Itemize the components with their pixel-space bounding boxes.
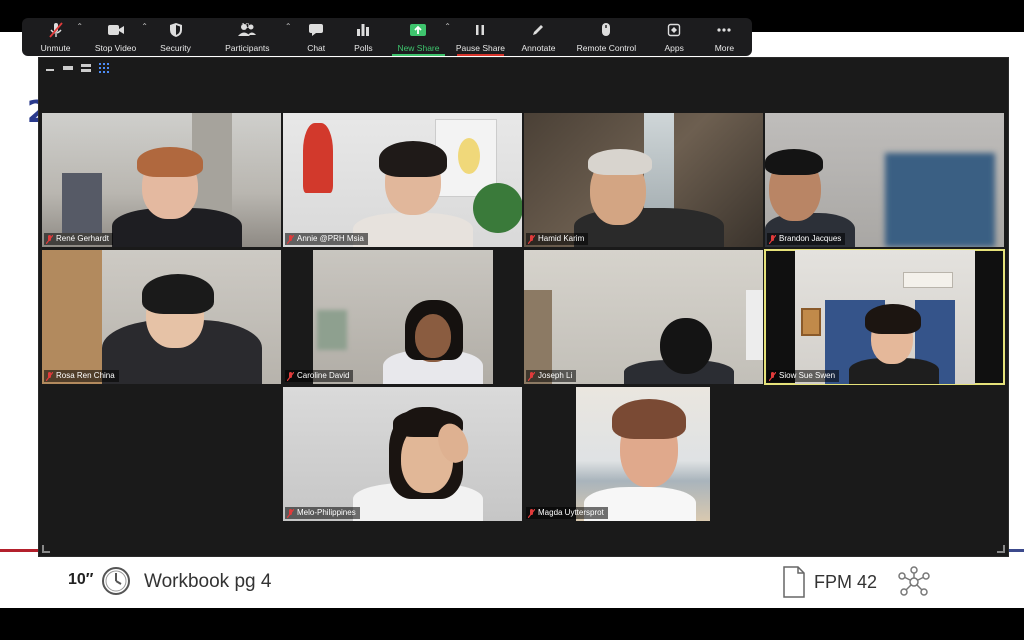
stop-video-label: Stop Video (94, 43, 137, 53)
share-active-indicator (392, 54, 445, 56)
pause-share-label: Pause Share (455, 43, 506, 53)
mic-muted-icon (286, 371, 295, 381)
video-tile[interactable]: René Gerhardt (42, 113, 281, 247)
clock-icon (101, 566, 131, 596)
remote-control-label: Remote Control (576, 43, 637, 53)
chevron-up-icon[interactable]: ⌃ (141, 22, 148, 31)
mic-muted-icon (527, 234, 536, 244)
participant-name-tag: René Gerhardt (44, 233, 113, 245)
mic-muted-icon (768, 234, 777, 244)
more-label: More (714, 43, 735, 53)
annotate-button[interactable]: Annotate (510, 18, 567, 56)
document-icon (782, 566, 806, 598)
shield-icon (169, 21, 183, 39)
bar-chart-icon (356, 21, 370, 39)
meeting-toolbar: Unmute ⌃ Stop Video ⌃ Security 10 Partic… (22, 18, 752, 56)
participant-name-tag: Annie @PRH Msia (285, 233, 368, 245)
participant-name-tag: Brandon Jacques (767, 233, 846, 245)
bottom-letterbox (0, 608, 1024, 640)
video-tile[interactable]: Rosa Ren China (42, 250, 281, 384)
chat-button[interactable]: Chat (292, 18, 341, 56)
stop-video-button[interactable]: Stop Video ⌃ (83, 18, 148, 56)
mic-muted-icon (527, 371, 536, 381)
network-nodes-icon (896, 566, 932, 598)
resize-handle-right[interactable] (997, 545, 1005, 553)
video-tile[interactable]: Caroline David (283, 250, 522, 384)
video-tile-active-speaker[interactable]: Siow Sue Swen (764, 249, 1005, 385)
chevron-up-icon[interactable]: ⌃ (76, 22, 83, 31)
participant-count: 10 (241, 21, 250, 30)
video-tile[interactable]: Annie @PRH Msia (283, 113, 522, 247)
chat-label: Chat (307, 43, 326, 53)
pause-share-indicator (456, 54, 504, 56)
apps-label: Apps (664, 43, 684, 53)
resize-handle-left[interactable] (42, 545, 50, 553)
view-controls (45, 63, 109, 73)
security-label: Security (160, 43, 191, 53)
strip-view-icon[interactable] (63, 64, 73, 72)
gallery-view-window: René Gerhardt Annie @PRH Msia Hamid Kari… (38, 57, 1009, 557)
mic-muted-icon (45, 234, 54, 244)
video-tile[interactable]: Magda Uyttersprot (524, 387, 763, 521)
video-tile[interactable]: Brandon Jacques (765, 113, 1004, 247)
minimize-view-icon[interactable] (45, 64, 55, 72)
video-tile[interactable]: Joseph Li (524, 250, 763, 384)
security-button[interactable]: Security (148, 18, 203, 56)
pause-share-button[interactable]: Pause Share (451, 18, 510, 56)
pen-icon (531, 21, 545, 39)
unmute-button[interactable]: Unmute ⌃ (28, 18, 83, 56)
polls-label: Polls (354, 43, 373, 53)
chevron-up-icon[interactable]: ⌃ (285, 22, 292, 31)
gallery-view-icon[interactable] (99, 63, 109, 73)
participant-name-tag: Hamid Karim (526, 233, 589, 245)
video-camera-icon (107, 21, 125, 39)
pause-icon (474, 21, 486, 39)
video-tile[interactable]: Melo-Philippines (283, 387, 522, 521)
more-button[interactable]: More (703, 18, 746, 56)
module-code: FPM 42 (814, 572, 878, 592)
participant-name-tag: Melo-Philippines (285, 507, 360, 519)
speaker-view-icon[interactable] (81, 64, 91, 72)
screen: 2 Unmute ⌃ Stop Video ⌃ Security (0, 0, 1024, 640)
mic-muted-icon (286, 508, 295, 518)
mic-muted-icon (527, 508, 536, 518)
mouse-icon (600, 21, 612, 39)
participant-name-tag: Rosa Ren China (44, 370, 119, 382)
apps-icon (667, 21, 681, 39)
slide-divider-red (0, 549, 40, 552)
participant-name-tag: Joseph Li (526, 370, 577, 382)
chevron-up-icon[interactable]: ⌃ (444, 22, 451, 31)
mic-muted-icon (286, 234, 295, 244)
chat-bubble-icon (308, 21, 324, 39)
participants-label: Participants (225, 43, 270, 53)
participants-button[interactable]: 10 Participants ⌃ (203, 18, 292, 56)
new-share-label: New Share (397, 43, 440, 53)
mic-muted-icon (45, 371, 54, 381)
participant-name-tag: Magda Uyttersprot (526, 507, 608, 519)
remote-control-button[interactable]: Remote Control (567, 18, 646, 56)
ellipsis-icon (716, 21, 732, 39)
participant-name-tag: Siow Sue Swen (767, 370, 840, 382)
timer-duration: 10″ (68, 571, 94, 588)
unmute-label: Unmute (40, 43, 71, 53)
mic-muted-icon (48, 21, 64, 39)
participant-name-tag: Caroline David (285, 370, 354, 382)
apps-button[interactable]: Apps (646, 18, 703, 56)
share-screen-icon (409, 21, 427, 39)
video-tile[interactable]: Hamid Karim (524, 113, 763, 247)
workbook-reference: Workbook pg 4 (144, 571, 272, 592)
new-share-button[interactable]: New Share ⌃ (386, 18, 451, 56)
polls-button[interactable]: Polls (341, 18, 386, 56)
annotate-label: Annotate (521, 43, 556, 53)
mic-muted-icon (768, 371, 777, 381)
